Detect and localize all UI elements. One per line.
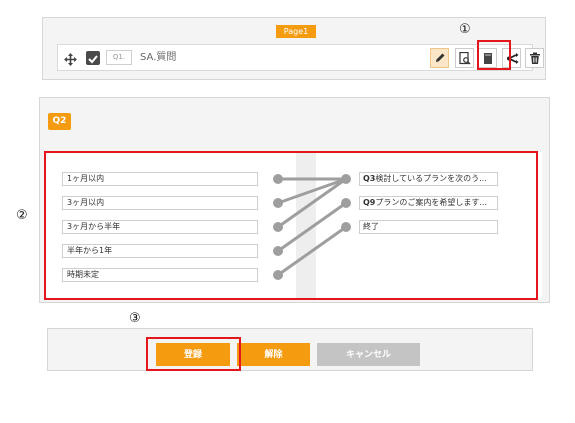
delete-button[interactable] xyxy=(525,48,544,68)
pencil-icon xyxy=(436,53,445,62)
checkbox-checked-icon[interactable] xyxy=(86,51,100,65)
move-icon[interactable] xyxy=(64,51,77,66)
action-button-panel: 登録 解除 キャンセル xyxy=(47,328,533,371)
highlight-register-button xyxy=(146,337,241,371)
cancel-button[interactable]: キャンセル xyxy=(317,343,420,366)
question-1-row[interactable]: Q1. SA.質問 xyxy=(57,44,544,71)
question-title: SA.質問 xyxy=(140,52,177,63)
document-search-icon xyxy=(459,52,471,65)
callout-1: ① xyxy=(459,22,471,37)
page-badge: Page1 xyxy=(276,25,316,38)
callout-2: ② xyxy=(16,208,28,223)
edit-button[interactable] xyxy=(430,48,449,68)
question-number: Q1. xyxy=(106,50,132,65)
preview-button[interactable] xyxy=(455,48,474,68)
callout-3: ③ xyxy=(129,311,141,326)
release-button[interactable]: 解除 xyxy=(237,343,310,366)
highlight-branch-button xyxy=(477,40,511,70)
trash-icon xyxy=(530,52,540,64)
highlight-mapping-area xyxy=(44,151,538,300)
question-2-badge: Q2 xyxy=(48,113,71,130)
